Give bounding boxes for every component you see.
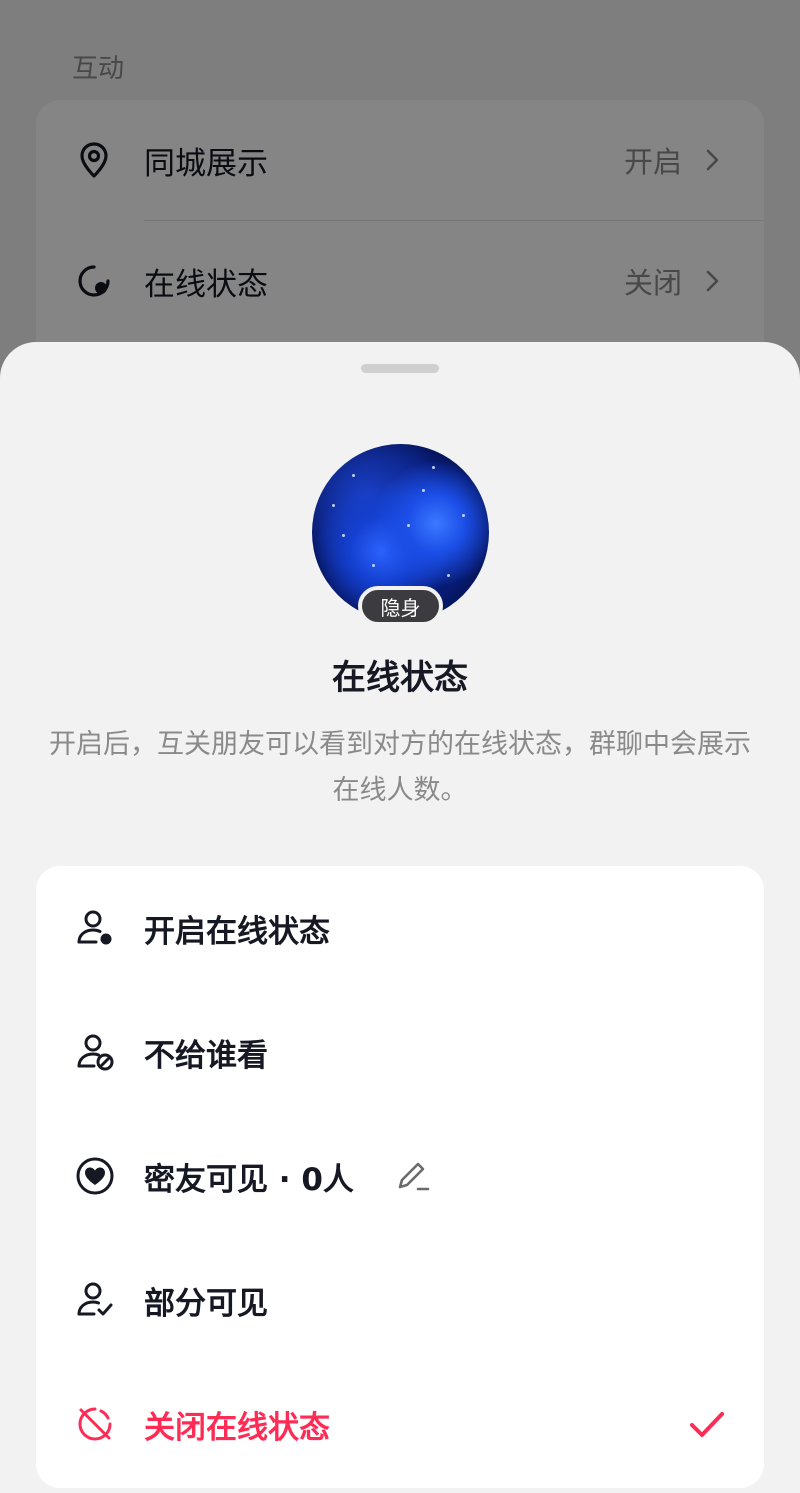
option-partially-visible[interactable]: 部分可见 [36,1238,764,1362]
user-online-icon [77,910,112,945]
sheet-description: 开启后，互关朋友可以看到对方的在线状态，群聊中会展示在线人数。 [49,729,751,806]
online-status-sheet: 隐身 在线状态 开启后，互关朋友可以看到对方的在线状态，群聊中会展示在线人数。 … [0,342,800,1493]
option-label: 不给谁看 [144,1037,268,1074]
heart-circle-icon [76,1157,114,1195]
visibility-options-list: 开启在线状态 不给谁看 密友可见 · 0人 部分可见 关闭在线状态 [36,866,764,1488]
option-close-friends-visible[interactable]: 密友可见 · 0人 [36,1114,764,1238]
drag-handle[interactable] [361,364,439,373]
option-label: 部分可见 [144,1285,268,1322]
status-badge: 隐身 [358,586,443,626]
option-enable-online-status[interactable]: 开启在线状态 [36,866,764,990]
sheet-title: 在线状态 [332,658,468,698]
option-label: 关闭在线状态 [144,1409,330,1446]
option-label: 密友可见 · 0人 [144,1161,354,1198]
user-block-icon [77,1034,114,1071]
user-check-icon [77,1282,113,1316]
status-off-icon [78,1407,112,1441]
checkmark-icon [690,1412,724,1437]
option-hide-from[interactable]: 不给谁看 [36,990,764,1114]
option-label: 开启在线状态 [144,913,330,950]
option-disable-online-status[interactable]: 关闭在线状态 [36,1362,764,1486]
edit-pencil-icon[interactable] [394,1157,432,1195]
